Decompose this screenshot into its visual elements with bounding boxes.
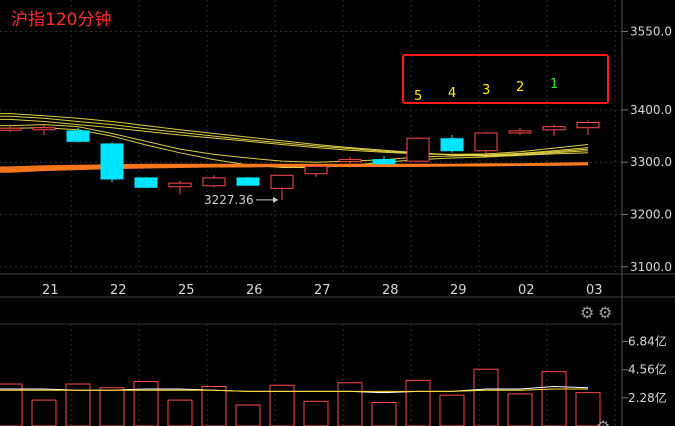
- volume-bar: [201, 385, 227, 426]
- candle-body: [168, 182, 192, 188]
- candle-body: [338, 159, 362, 163]
- price-tick-label: 3550.0: [630, 25, 672, 39]
- volume-bar: [133, 381, 159, 426]
- date-tick-label: 03: [586, 283, 603, 298]
- candle-body: [406, 137, 430, 162]
- price-tick-label: 3300.0: [630, 155, 672, 169]
- candle-body: [66, 130, 90, 142]
- volume-bar: [439, 394, 465, 426]
- volume-bar: [405, 379, 431, 426]
- wave-count-label: 3: [482, 83, 490, 98]
- volume-bar: [99, 387, 125, 426]
- candle-body: [372, 159, 396, 165]
- candle-body: [202, 177, 226, 187]
- index-chart: 3550.03400.03300.03200.03100.021 22 25 26 27…: [0, 0, 675, 426]
- volume-tick-label: 6.84亿: [628, 334, 667, 349]
- volume-bar: [507, 393, 533, 426]
- candle-body: [474, 132, 498, 152]
- volume-bar: [541, 371, 567, 426]
- price-settings-gear-icon[interactable]: ⚙: [580, 303, 594, 322]
- volume-bar: [235, 404, 261, 426]
- volume-bar: [337, 382, 363, 426]
- candle-body: [576, 121, 600, 129]
- candle-body: [304, 165, 328, 175]
- volume-tick-label: 2.28亿: [628, 390, 667, 405]
- volume-tick-label: 4.56亿: [628, 362, 667, 377]
- date-tick-label: 29: [450, 283, 467, 298]
- volume-bar: [473, 368, 499, 426]
- grid: 3550.03400.03300.03200.03100.021 22 25 26 27…: [0, 0, 672, 426]
- candle-body: [270, 174, 294, 189]
- selection-box: [402, 54, 609, 104]
- candle-body: [100, 143, 124, 180]
- volume-settings-gear-icon[interactable]: ⚙: [596, 417, 610, 426]
- date-tick-label: 26: [246, 283, 263, 298]
- volume-settings-gear-icon-top[interactable]: ⚙: [598, 303, 612, 322]
- volume-panel: [0, 368, 601, 426]
- chart-title: 沪指120分钟: [11, 10, 111, 30]
- price-tick-label: 3400.0: [630, 103, 672, 117]
- date-tick-label: 21: [42, 283, 59, 298]
- date-tick-label: 28: [382, 283, 399, 298]
- candle-body: [32, 127, 56, 131]
- candle-body: [134, 177, 158, 188]
- volume-bar: [303, 400, 329, 426]
- wave-count-label: 5: [414, 89, 422, 104]
- volume-bar: [167, 399, 193, 426]
- candle-body: [440, 138, 464, 152]
- wave-count-label: 1: [550, 77, 558, 92]
- candle-body: [0, 127, 22, 131]
- candle-body: [542, 126, 566, 131]
- price-panel: 3227.36 5 4 3 2 1: [0, 77, 600, 207]
- volume-bar: [31, 399, 57, 426]
- price-tick-label: 3200.0: [630, 207, 672, 221]
- date-tick-label: 22: [110, 283, 127, 298]
- date-tick-label: 02: [518, 283, 535, 298]
- low-price-label: 3227.36: [204, 193, 254, 207]
- candle-body: [236, 177, 260, 186]
- date-tick-label: 25: [178, 283, 195, 298]
- wave-count-label: 2: [516, 80, 524, 95]
- price-tick-label: 3100.0: [630, 260, 672, 274]
- date-tick-label: 27: [314, 283, 331, 298]
- candle-body: [508, 130, 532, 134]
- wave-count-label: 4: [448, 86, 456, 101]
- volume-bar: [371, 402, 397, 426]
